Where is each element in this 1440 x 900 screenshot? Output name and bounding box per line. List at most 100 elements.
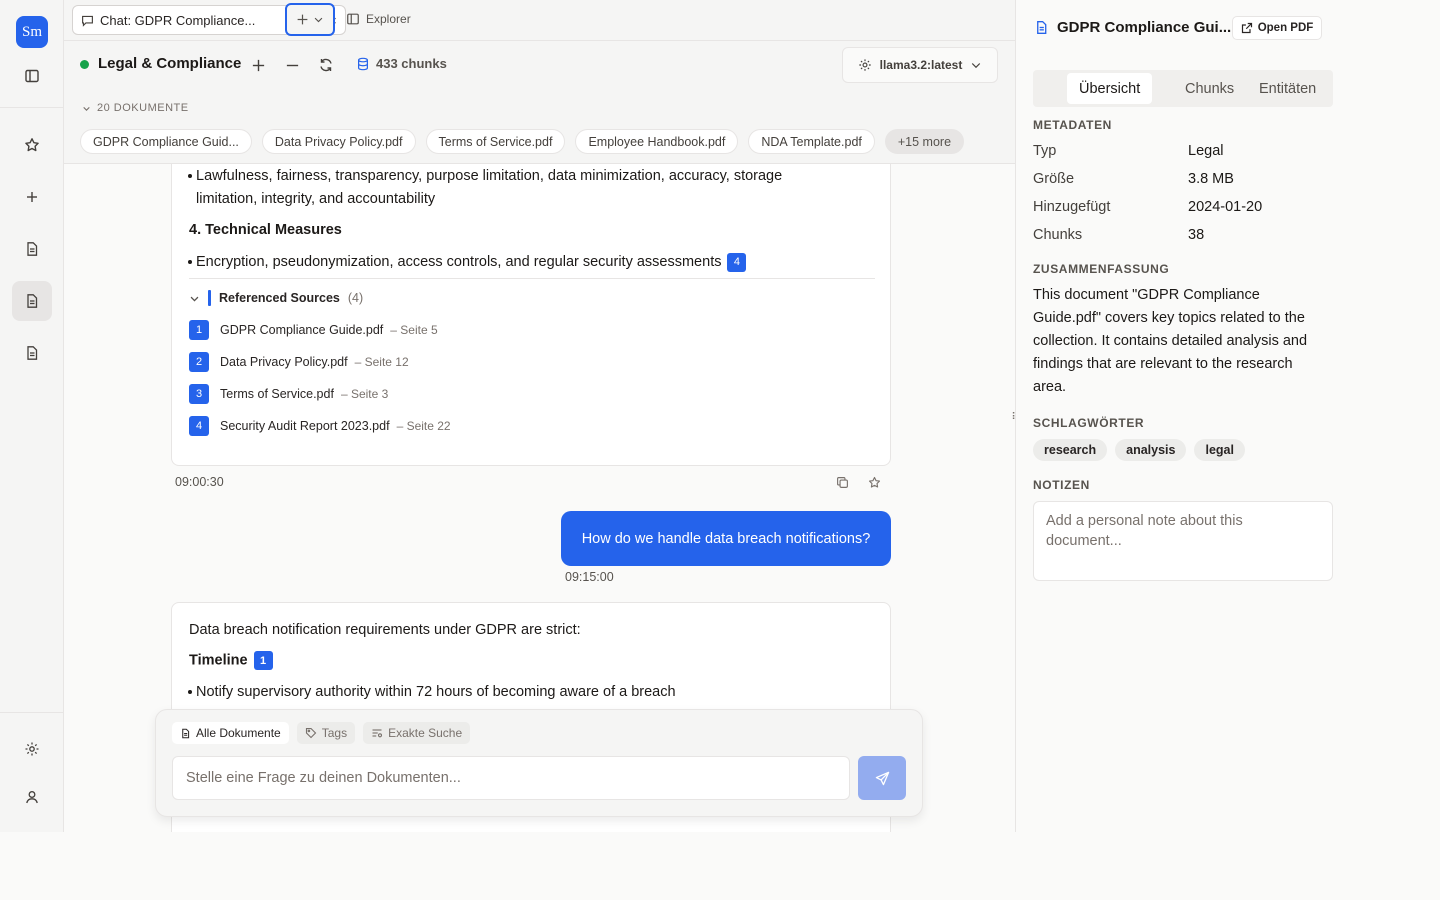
copy-icon[interactable] xyxy=(836,476,849,489)
send-button[interactable] xyxy=(858,756,906,800)
message-timestamp: 09:15:00 xyxy=(565,570,614,584)
send-icon xyxy=(875,771,890,786)
metadata-value: 38 xyxy=(1188,227,1205,243)
gear-icon xyxy=(858,58,872,72)
rail-divider xyxy=(0,107,63,108)
citation-badge[interactable]: 1 xyxy=(253,651,273,670)
message-timestamp: 09:00:30 xyxy=(175,475,224,489)
citation-badge[interactable]: 4 xyxy=(727,252,747,272)
notes-textarea[interactable] xyxy=(1033,501,1333,581)
left-rail: Sm xyxy=(0,0,64,832)
tab-entities[interactable]: Entitäten xyxy=(1247,73,1328,104)
chevron-down-icon xyxy=(82,104,91,113)
rail-divider xyxy=(0,712,63,713)
new-tab-button[interactable] xyxy=(285,3,335,36)
text-search-icon xyxy=(371,727,383,739)
source-number: 1 xyxy=(189,320,209,340)
source-item[interactable]: 4 Security Audit Report 2023.pdf – Seite… xyxy=(189,416,451,436)
query-panel: Alle Dokumente Tags Exakte Suche xyxy=(155,709,923,817)
explorer-label: Explorer xyxy=(366,12,411,26)
panel-icon xyxy=(346,12,360,26)
sidebar-toggle-icon[interactable] xyxy=(12,56,52,96)
add-icon[interactable] xyxy=(248,55,268,75)
chat-bubble-icon xyxy=(81,14,94,27)
search-filters: Alle Dokumente Tags Exakte Suche xyxy=(172,722,471,744)
collection-name[interactable]: Legal & Compliance xyxy=(98,55,241,72)
status-dot xyxy=(80,60,89,69)
keyword-chip[interactable]: legal xyxy=(1194,439,1245,461)
source-number: 2 xyxy=(189,352,209,372)
source-page: – Seite 12 xyxy=(354,355,409,369)
more-documents-chip[interactable]: +15 more xyxy=(884,129,965,154)
explorer-button[interactable]: Explorer xyxy=(346,12,411,26)
referenced-sources-toggle[interactable]: Referenced Sources (4) xyxy=(189,290,363,306)
filter-all-documents[interactable]: Alle Dokumente xyxy=(172,722,289,744)
tab-chunks[interactable]: Chunks xyxy=(1173,73,1246,104)
chevron-down-icon xyxy=(313,14,324,25)
list-item: Notify supervisory authority within 72 h… xyxy=(188,681,876,704)
filter-label: Exakte Suche xyxy=(388,726,463,740)
model-name: llama3.2:latest xyxy=(879,58,963,72)
panel-title-text: GDPR Compliance Gui... xyxy=(1057,19,1232,36)
source-item[interactable]: 3 Terms of Service.pdf – Seite 3 xyxy=(189,384,388,404)
external-link-icon xyxy=(1241,22,1253,34)
tab-overview[interactable]: Übersicht xyxy=(1067,73,1153,104)
open-pdf-button[interactable]: Open PDF xyxy=(1232,16,1322,40)
document-icon xyxy=(1034,20,1049,35)
keyword-chip[interactable]: analysis xyxy=(1115,439,1187,461)
gear-icon[interactable] xyxy=(12,729,52,769)
model-select[interactable]: llama3.2:latest xyxy=(842,47,998,83)
document-icon[interactable] xyxy=(12,281,52,321)
filter-exact-search[interactable]: Exakte Suche xyxy=(363,722,471,744)
document-chip[interactable]: NDA Template.pdf xyxy=(748,129,875,154)
chunk-count-label: 433 chunks xyxy=(376,56,447,71)
tag-icon xyxy=(305,727,317,739)
source-page: – Seite 22 xyxy=(396,419,451,433)
metadata-value: 3.8 MB xyxy=(1188,171,1234,187)
document-chip[interactable]: GDPR Compliance Guid... xyxy=(80,129,252,154)
list-item: Encryption, pseudonymization, access con… xyxy=(188,251,876,274)
metadata-label: Hinzugefügt xyxy=(1033,199,1111,215)
panel-title: GDPR Compliance Gui... xyxy=(1034,19,1231,36)
documents-bar: 20 DOKUMENTE GDPR Compliance Guid... Dat… xyxy=(64,89,1015,164)
app-logo[interactable]: Sm xyxy=(16,16,48,48)
question-input[interactable] xyxy=(172,756,850,800)
remove-icon[interactable] xyxy=(282,55,302,75)
keyword-chip[interactable]: research xyxy=(1033,439,1108,461)
source-number: 4 xyxy=(189,416,209,436)
star-icon[interactable] xyxy=(868,476,881,489)
accent-bar xyxy=(208,290,211,306)
document-icon[interactable] xyxy=(12,333,52,373)
list-item: Lawfulness, fairness, transparency, purp… xyxy=(188,165,836,211)
source-item[interactable]: 2 Data Privacy Policy.pdf – Seite 12 xyxy=(189,352,409,372)
referenced-sources-count: (4) xyxy=(347,291,364,305)
app-window: Sm Chat: GDPR Compliance... Explorer Leg… xyxy=(0,0,1440,832)
keyword-list: research analysis legal xyxy=(1033,439,1245,461)
source-item[interactable]: 1 GDPR Compliance Guide.pdf – Seite 5 xyxy=(189,320,438,340)
notes-header: NOTIZEN xyxy=(1033,478,1090,492)
source-page: – Seite 3 xyxy=(340,387,389,401)
filter-tags[interactable]: Tags xyxy=(296,722,356,744)
star-icon[interactable] xyxy=(12,125,52,165)
document-chip[interactable]: Terms of Service.pdf xyxy=(425,129,566,154)
refresh-icon[interactable] xyxy=(316,55,336,75)
plus-icon[interactable] xyxy=(12,177,52,217)
document-chip[interactable]: Employee Handbook.pdf xyxy=(575,129,739,154)
filter-label: Alle Dokumente xyxy=(196,726,281,740)
chunk-count: 433 chunks xyxy=(356,56,447,71)
documents-toggle[interactable]: 20 DOKUMENTE xyxy=(82,102,189,114)
chevron-down-icon xyxy=(189,293,200,304)
source-file: Terms of Service.pdf xyxy=(220,387,334,401)
metadata-header: METADATEN xyxy=(1033,118,1112,132)
section-heading-text: Timeline xyxy=(189,652,248,669)
document-chip[interactable]: Data Privacy Policy.pdf xyxy=(261,129,416,154)
metadata-label: Typ xyxy=(1033,143,1057,159)
user-icon[interactable] xyxy=(12,777,52,817)
message-paragraph: Data breach notification requirements un… xyxy=(189,622,581,638)
documents-header: 20 DOKUMENTE xyxy=(97,102,189,114)
section-heading: Timeline 1 xyxy=(189,651,273,670)
document-icon[interactable] xyxy=(12,229,52,269)
metadata-label: Chunks xyxy=(1033,227,1083,243)
source-page: – Seite 5 xyxy=(390,323,438,337)
source-number: 3 xyxy=(189,384,209,404)
